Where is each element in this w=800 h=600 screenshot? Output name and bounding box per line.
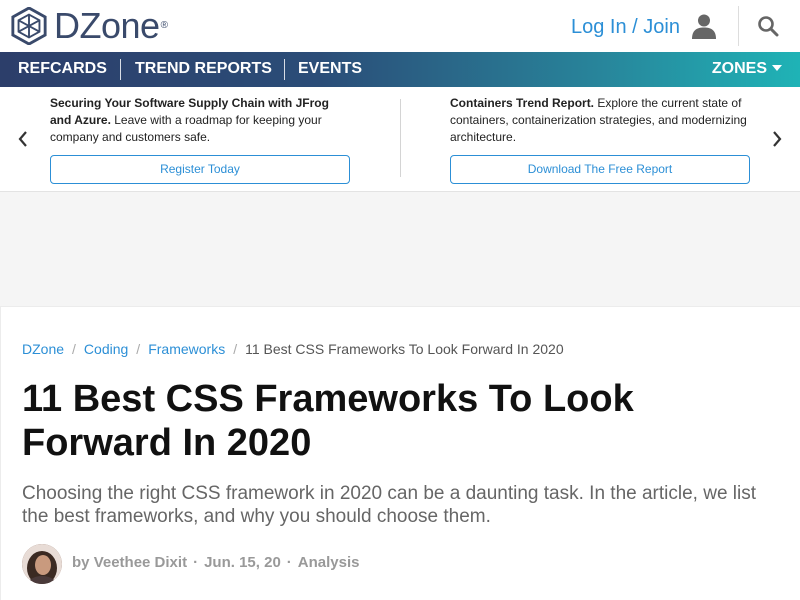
breadcrumb-coding[interactable]: Coding <box>84 341 128 357</box>
nav-separator <box>120 59 121 80</box>
breadcrumb: DZone / Coding / Frameworks/11 Best CSS Fram… <box>22 341 564 357</box>
breadcrumb-current: 11 Best CSS Frameworks To Look Forward I… <box>245 341 564 357</box>
article-title: 11 Best CSS Frameworks To Look Forward I… <box>22 378 634 464</box>
article-byline: by Veethee Dixit · Jun. 15, 20 · Analysis <box>72 554 360 571</box>
register-today-button[interactable]: Register Today <box>50 155 350 184</box>
login-join-link[interactable]: Log In / Join <box>571 16 680 39</box>
promo-text-containers: Containers Trend Report. Explore the cur… <box>450 96 747 144</box>
nav-refcards[interactable]: REFCARDS <box>18 52 107 87</box>
article-subtitle: Choosing the right CSS framework in 2020… <box>22 483 757 527</box>
zones-label: ZONES <box>711 60 767 77</box>
breadcrumb-dzone[interactable]: DZone <box>22 341 64 357</box>
user-icon[interactable] <box>691 13 717 39</box>
nav-separator <box>284 59 285 80</box>
header-divider <box>738 6 739 46</box>
search-icon[interactable] <box>757 15 779 37</box>
article-date: Jun. 15, 20 <box>204 554 281 571</box>
avatar-image <box>22 544 62 584</box>
caret-down-icon <box>772 64 782 71</box>
main-navbar: REFCARDS TREND REPORTS EVENTS ZONES <box>0 52 800 87</box>
nav-events[interactable]: EVENTS <box>298 52 362 87</box>
logo-text: DZone® <box>54 5 168 46</box>
site-header: DZone® Log In / Join <box>0 0 800 52</box>
chevron-left-icon[interactable] <box>16 129 30 149</box>
nav-trend-reports[interactable]: TREND REPORTS <box>135 52 272 87</box>
download-report-button[interactable]: Download The Free Report <box>450 155 750 184</box>
dzone-logo-icon <box>11 7 47 45</box>
author-name[interactable]: Veethee Dixit <box>94 554 187 571</box>
author-avatar[interactable] <box>22 544 62 584</box>
dzone-logo[interactable]: DZone® <box>10 5 168 46</box>
zones-dropdown[interactable]: ZONES <box>712 52 782 87</box>
article-category[interactable]: Analysis <box>298 554 360 571</box>
promo-divider <box>400 99 401 177</box>
breadcrumb-frameworks[interactable]: Frameworks <box>148 341 225 357</box>
chevron-right-icon[interactable] <box>770 129 784 149</box>
ad-placeholder <box>0 192 800 306</box>
article-card: DZone / Coding / Frameworks/11 Best CSS Fram… <box>0 306 800 600</box>
promo-carousel: Securing Your Software Supply Chain with… <box>0 87 800 192</box>
promo-text-supply-chain: Securing Your Software Supply Chain with… <box>50 96 329 144</box>
